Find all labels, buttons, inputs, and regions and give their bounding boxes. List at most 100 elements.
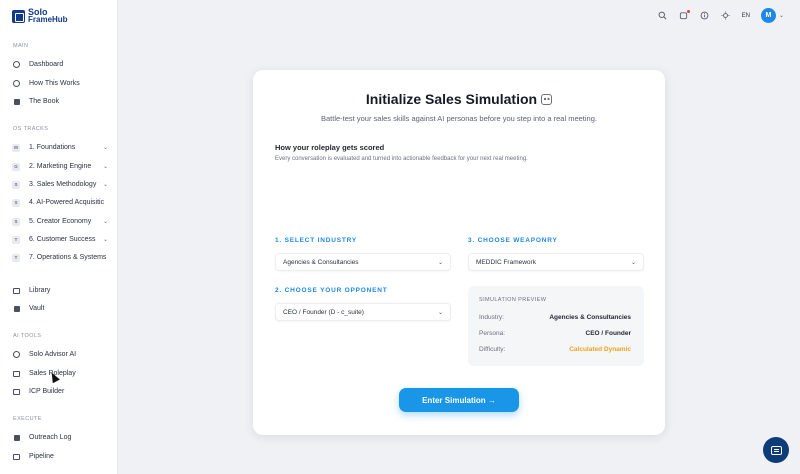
vault-icon	[12, 304, 21, 313]
preview-row-difficulty: Difficulty: Calculated Dynamic	[479, 346, 631, 353]
opponent-select-value: CEO / Founder (D - c_suite)	[283, 308, 364, 316]
page-title-text: Initialize Sales Simulation	[365, 91, 538, 107]
sidebar-item-solo-advisor-ai[interactable]: Solo Advisor AI	[12, 347, 112, 362]
sidebar-item-label: 5. Creator Economy	[29, 218, 92, 225]
sidebar-item-vault[interactable]: Vault	[12, 301, 112, 316]
sidebar-item-label: 7. Operations & Systems	[29, 254, 107, 261]
sidebar-item-ai-powered-acquisition[interactable]: S 4. AI-Powered Acquisitic	[12, 195, 112, 210]
track-badge: S	[12, 198, 20, 207]
clock-icon	[12, 60, 21, 69]
search-icon[interactable]	[658, 11, 668, 21]
section-label-ai-tools: AI TOOLS	[13, 333, 42, 339]
section-label-main: MAIN	[13, 43, 29, 49]
monitor-icon	[12, 369, 21, 378]
section-label-execute: EXECUTE	[13, 416, 42, 422]
sidebar-item-label: How This Works	[29, 80, 80, 87]
sidebar-item-operations-systems[interactable]: T 7. Operations & Systems	[12, 250, 112, 265]
pipeline-icon	[12, 452, 21, 461]
chevron-down-icon: ⌄	[630, 259, 636, 266]
chat-icon	[770, 445, 782, 455]
sidebar-item-label: 1. Foundations	[29, 144, 76, 151]
enter-simulation-button[interactable]: Enter Simulation →	[399, 388, 519, 412]
scoring-description: Every conversation is evaluated and turn…	[275, 156, 528, 162]
sidebar-item-label: 6. Customer Success	[29, 236, 96, 243]
sidebar-item-label: Pipeline	[29, 453, 54, 460]
notification-dot	[686, 9, 690, 13]
step1-label: 1. SELECT INDUSTRY	[275, 237, 358, 244]
sidebar-item-pipeline[interactable]: Pipeline	[12, 449, 112, 464]
chat-button[interactable]	[763, 437, 789, 463]
simulation-preview-panel: SIMULATION PREVIEW Industry: Agencies & …	[468, 286, 644, 366]
avatar[interactable]: M	[760, 8, 776, 23]
sidebar-item-marketing-engine[interactable]: G 2. Marketing Engine ⌄	[12, 159, 112, 174]
chevron-down-icon: ⌄	[102, 182, 108, 188]
track-badge: S	[12, 180, 20, 189]
info-icon	[12, 79, 21, 88]
sidebar-item-label: Dashboard	[29, 61, 64, 68]
logo-icon	[12, 9, 25, 23]
sidebar-item-the-book[interactable]: The Book	[12, 94, 112, 109]
sidebar-item-foundations[interactable]: M 1. Foundations ⌄	[12, 140, 112, 155]
chevron-down-icon: ⌄	[102, 219, 108, 225]
chevron-down-icon[interactable]: ⌄	[779, 12, 784, 19]
sidebar: Solo FrameHub MAIN Dashboard How This Wo…	[0, 0, 118, 474]
sidebar-item-sales-methodology[interactable]: S 3. Sales Methodology ⌄	[12, 177, 112, 192]
sidebar-item-creator-economy[interactable]: S 5. Creator Economy ⌄	[12, 214, 112, 229]
weaponry-select-value: MEDDIC Framework	[476, 258, 536, 266]
industry-select[interactable]: Agencies & Consultancies ⌄	[275, 253, 451, 271]
sidebar-item-sales-roleplay[interactable]: Sales Roleplay	[12, 366, 112, 381]
section-label-os-tracks: OS TRACKS	[13, 126, 49, 132]
sidebar-item-icp-builder[interactable]: ICP Builder	[12, 384, 112, 399]
track-badge: S	[12, 217, 20, 226]
info-icon[interactable]	[700, 11, 710, 21]
sidebar-item-label: Outreach Log	[29, 434, 72, 441]
chevron-down-icon: ⌄	[102, 237, 108, 243]
sidebar-item-label: Library	[29, 287, 51, 294]
preview-key: Industry:	[479, 314, 504, 321]
page-title: Initialize Sales Simulation	[253, 91, 665, 107]
sidebar-item-how-this-works[interactable]: How This Works	[12, 76, 112, 91]
language-selector[interactable]: EN	[742, 13, 750, 19]
inbox-icon	[12, 433, 21, 442]
clock-icon	[12, 350, 21, 359]
sidebar-item-dashboard[interactable]: Dashboard	[12, 57, 112, 72]
page-subtitle: Battle-test your sales skills against AI…	[321, 114, 597, 123]
preview-value: Calculated Dynamic	[569, 346, 631, 353]
sidebar-item-customer-success[interactable]: T 6. Customer Success ⌄	[12, 232, 112, 247]
brand-name-line2: FrameHub	[28, 15, 68, 24]
topbar: EN M ⌄	[658, 8, 784, 23]
step3-label: 3. CHOOSE WEAPONRY	[468, 237, 558, 244]
notifications-icon[interactable]	[679, 9, 690, 21]
scoring-heading: How your roleplay gets scored	[275, 143, 385, 152]
sidebar-item-outreach-log[interactable]: Outreach Log	[12, 430, 112, 445]
simulation-card: Initialize Sales Simulation Battle-test …	[253, 70, 665, 435]
track-badge: T	[12, 253, 20, 262]
chevron-down-icon: ⌄	[437, 309, 443, 316]
chevron-down-icon: ⌄	[437, 259, 443, 266]
sidebar-item-label: 3. Sales Methodology	[29, 181, 97, 188]
preview-key: Difficulty:	[479, 346, 506, 353]
robot-icon	[541, 94, 553, 105]
track-badge: G	[12, 162, 20, 171]
preview-key: Persona:	[479, 330, 506, 337]
theme-toggle-icon[interactable]	[721, 11, 731, 21]
preview-row-industry: Industry: Agencies & Consultancies	[479, 314, 631, 321]
preview-value: CEO / Founder	[585, 330, 632, 337]
sidebar-item-label: 4. AI-Powered Acquisitic	[29, 199, 105, 206]
weaponry-select[interactable]: MEDDIC Framework ⌄	[468, 253, 644, 271]
preview-value: Agencies & Consultancies	[549, 314, 631, 321]
brand-logo[interactable]: Solo FrameHub	[12, 8, 68, 24]
sidebar-item-label: Vault	[29, 305, 45, 312]
book-icon	[12, 97, 21, 106]
opponent-select[interactable]: CEO / Founder (D - c_suite) ⌄	[275, 303, 451, 321]
track-badge: M	[12, 143, 20, 152]
industry-select-value: Agencies & Consultancies	[283, 258, 359, 266]
document-icon	[12, 387, 21, 396]
library-icon	[12, 286, 21, 295]
preview-title: SIMULATION PREVIEW	[479, 297, 547, 303]
sidebar-item-library[interactable]: Library	[12, 283, 112, 298]
sidebar-item-label: 2. Marketing Engine	[29, 163, 92, 170]
preview-row-persona: Persona: CEO / Founder	[479, 330, 631, 337]
track-badge: T	[12, 235, 20, 244]
sidebar-item-label: Solo Advisor AI	[29, 351, 77, 358]
